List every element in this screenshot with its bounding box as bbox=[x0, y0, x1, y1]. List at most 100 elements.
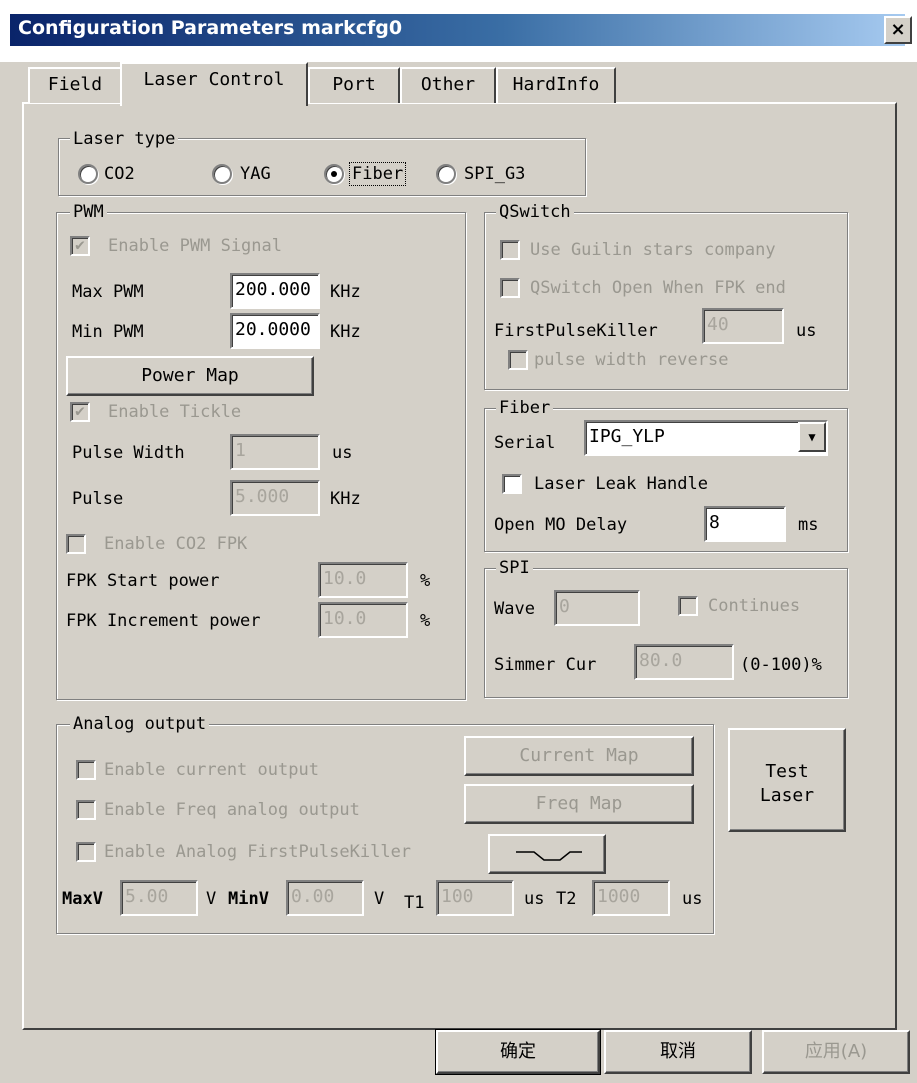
t2-unit: us bbox=[682, 889, 703, 909]
enable-tickle-label: Enable Tickle bbox=[108, 402, 242, 422]
simmer-cur-label: Simmer Cur bbox=[494, 655, 597, 675]
enable-co2-fpk-label: Enable CO2 FPK bbox=[104, 534, 248, 554]
pulse-input[interactable]: 5.000 bbox=[230, 480, 320, 516]
enable-pwm-signal-checkbox[interactable]: ✔ bbox=[70, 236, 90, 256]
qswitch-legend: QSwitch bbox=[496, 202, 574, 222]
radio-selected-dot bbox=[331, 171, 337, 177]
enable-tickle-checkbox[interactable]: ✔ bbox=[70, 402, 90, 422]
radio-yag-label[interactable]: YAG bbox=[240, 163, 271, 185]
power-map-button[interactable]: Power Map bbox=[66, 356, 314, 396]
fpk-increment-power-label: FPK Increment power bbox=[66, 611, 261, 631]
enable-freq-analog-checkbox[interactable] bbox=[76, 800, 96, 820]
min-pwm-unit: KHz bbox=[330, 322, 361, 342]
radio-fiber[interactable] bbox=[324, 164, 344, 184]
t1-unit: us bbox=[524, 889, 545, 909]
max-pwm-label: Max PWM bbox=[72, 282, 144, 302]
maxv-input[interactable]: 5.00 bbox=[120, 880, 198, 916]
continues-checkbox[interactable] bbox=[678, 596, 698, 616]
wave-input[interactable]: 0 bbox=[554, 590, 640, 626]
pulse-unit: KHz bbox=[330, 489, 361, 509]
simmer-cur-input[interactable]: 80.0 bbox=[634, 644, 734, 680]
apply-button[interactable]: 应用(A) bbox=[762, 1030, 910, 1074]
use-guilin-label: Use Guilin stars company bbox=[530, 240, 776, 260]
maxv-unit: V bbox=[206, 889, 217, 909]
wave-label: Wave bbox=[494, 599, 535, 619]
fpk-start-power-label: FPK Start power bbox=[66, 571, 220, 591]
enable-co2-fpk-checkbox[interactable] bbox=[66, 534, 86, 554]
radio-yag[interactable] bbox=[212, 164, 232, 184]
fpk-increment-power-input[interactable]: 10.0 bbox=[318, 602, 408, 638]
open-mo-delay-input[interactable]: 8 bbox=[704, 506, 786, 542]
tab-field[interactable]: Field bbox=[28, 67, 122, 103]
fpk-increment-power-unit: % bbox=[420, 611, 431, 631]
max-pwm-unit: KHz bbox=[330, 282, 361, 302]
first-pulse-killer-label: FirstPulseKiller bbox=[494, 321, 658, 341]
t2-label: T2 bbox=[556, 889, 577, 909]
enable-current-output-label: Enable current output bbox=[104, 760, 319, 780]
continues-label: Continues bbox=[708, 596, 801, 616]
pulse-width-input[interactable]: 1 bbox=[230, 434, 320, 470]
t2-input[interactable]: 1000 bbox=[592, 880, 670, 916]
radio-co2-label[interactable]: CO2 bbox=[104, 163, 135, 185]
spi-legend: SPI bbox=[496, 558, 533, 578]
test-laser-label-line2: Laser bbox=[759, 785, 815, 806]
simmer-cur-unit: (0-100)% bbox=[740, 655, 822, 675]
pulse-label: Pulse bbox=[72, 489, 124, 509]
pulse-width-label: Pulse Width bbox=[72, 443, 185, 463]
title-bar: Configuration Parameters markcfg0 × bbox=[0, 0, 917, 62]
test-laser-button[interactable]: Test Laser bbox=[728, 728, 846, 832]
minv-input[interactable]: 0.00 bbox=[286, 880, 364, 916]
tab-port[interactable]: Port bbox=[308, 67, 400, 103]
chevron-down-icon[interactable]: ▼ bbox=[798, 422, 826, 452]
laser-leak-handle-checkbox[interactable] bbox=[502, 474, 522, 494]
min-pwm-input[interactable]: 20.0000 bbox=[230, 313, 320, 349]
pulse-width-reverse-checkbox[interactable] bbox=[508, 350, 528, 370]
laser-leak-handle-label: Laser Leak Handle bbox=[534, 474, 708, 494]
pulse-width-reverse-label: pulse width reverse bbox=[534, 350, 729, 370]
laser-type-legend: Laser type bbox=[70, 129, 179, 149]
max-pwm-input[interactable]: 200.000 bbox=[230, 273, 320, 309]
open-mo-delay-label: Open MO Delay bbox=[494, 515, 628, 535]
t1-label: T1 bbox=[404, 893, 425, 913]
min-pwm-label: Min PWM bbox=[72, 322, 144, 342]
serial-label: Serial bbox=[494, 433, 556, 453]
pulse-waveform-icon bbox=[516, 851, 582, 861]
first-pulse-killer-unit: us bbox=[796, 321, 817, 341]
fpk-start-power-input[interactable]: 10.0 bbox=[318, 562, 408, 598]
serial-select[interactable]: IPG_YLP ▼ bbox=[584, 420, 828, 456]
fpk-start-power-unit: % bbox=[420, 571, 431, 591]
qswitch-open-label: QSwitch Open When FPK end bbox=[530, 278, 786, 298]
ok-button[interactable]: 确定 bbox=[435, 1029, 601, 1075]
radio-spi-g3-label[interactable]: SPI_G3 bbox=[464, 163, 525, 185]
t1-input[interactable]: 100 bbox=[436, 880, 514, 916]
enable-analog-fpk-checkbox[interactable] bbox=[76, 842, 96, 862]
first-pulse-killer-input[interactable]: 40 bbox=[702, 308, 784, 344]
waveform-button[interactable] bbox=[488, 834, 606, 874]
enable-pwm-signal-label: Enable PWM Signal bbox=[108, 236, 282, 256]
use-guilin-checkbox[interactable] bbox=[500, 240, 520, 260]
freq-map-button[interactable]: Freq Map bbox=[464, 784, 694, 824]
window-title: Configuration Parameters markcfg0 bbox=[18, 17, 403, 39]
close-button[interactable]: × bbox=[884, 16, 912, 44]
tab-laser-control[interactable]: Laser Control bbox=[120, 62, 308, 106]
tab-hardinfo[interactable]: HardInfo bbox=[496, 67, 616, 103]
open-mo-delay-unit: ms bbox=[798, 515, 819, 535]
analog-output-legend: Analog output bbox=[70, 714, 210, 734]
enable-current-output-checkbox[interactable] bbox=[76, 760, 96, 780]
enable-analog-fpk-label: Enable Analog FirstPulseKiller bbox=[104, 842, 412, 862]
fiber-legend: Fiber bbox=[496, 398, 554, 418]
qswitch-open-checkbox[interactable] bbox=[500, 278, 520, 298]
pulse-width-unit: us bbox=[332, 443, 353, 463]
tab-other[interactable]: Other bbox=[400, 67, 496, 103]
cancel-button[interactable]: 取消 bbox=[604, 1030, 752, 1074]
maxv-label: MaxV bbox=[62, 889, 103, 909]
radio-co2[interactable] bbox=[78, 164, 98, 184]
current-map-button[interactable]: Current Map bbox=[464, 736, 694, 776]
radio-spi-g3[interactable] bbox=[436, 164, 456, 184]
radio-fiber-label[interactable]: Fiber bbox=[348, 162, 407, 186]
serial-select-value: IPG_YLP bbox=[589, 426, 665, 447]
minv-label: MinV bbox=[228, 889, 269, 909]
enable-freq-analog-label: Enable Freq analog output bbox=[104, 800, 360, 820]
pwm-legend: PWM bbox=[70, 202, 107, 222]
test-laser-label-line1: Test bbox=[765, 761, 809, 782]
